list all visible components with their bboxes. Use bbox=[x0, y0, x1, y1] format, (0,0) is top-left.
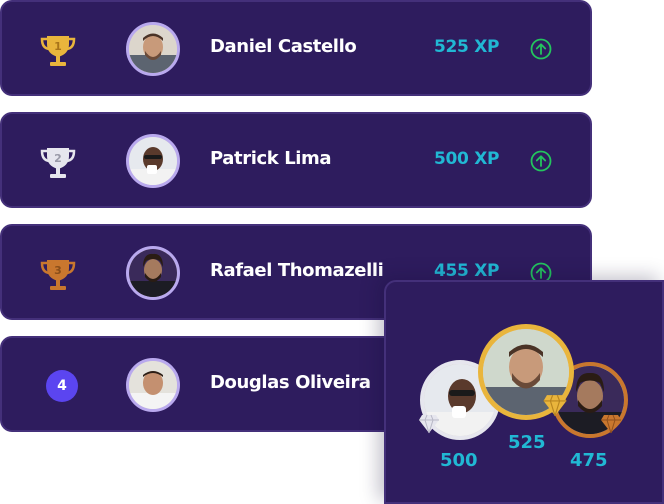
player-name: Patrick Lima bbox=[210, 148, 332, 169]
player-name: Douglas Oliveira bbox=[210, 372, 371, 393]
silver-diamond-icon bbox=[419, 414, 439, 434]
player-xp: 525 XP bbox=[434, 37, 500, 57]
avatar bbox=[126, 246, 180, 300]
rank-number: 3 bbox=[54, 264, 62, 277]
podium-first-score: 525 bbox=[508, 432, 546, 453]
silver-trophy-icon: 2 bbox=[38, 142, 78, 182]
podium-second-score: 500 bbox=[440, 450, 478, 471]
arrow-up-icon[interactable] bbox=[530, 38, 552, 60]
rank-number: 4 bbox=[46, 370, 78, 402]
podium-card: 500 475 525 bbox=[384, 280, 664, 504]
avatar bbox=[126, 22, 180, 76]
leaderboard-row-2[interactable]: 2 Patrick Lima 500 XP bbox=[0, 112, 592, 208]
bronze-trophy-icon: 3 bbox=[38, 254, 78, 294]
rank-number: 1 bbox=[54, 40, 62, 53]
avatar bbox=[126, 358, 180, 412]
gold-diamond-icon bbox=[543, 394, 567, 417]
podium-third-score: 475 bbox=[570, 450, 608, 471]
avatar bbox=[126, 134, 180, 188]
arrow-up-icon[interactable] bbox=[530, 150, 552, 172]
player-xp: 500 XP bbox=[434, 149, 500, 169]
player-name: Daniel Castello bbox=[210, 36, 357, 57]
gold-trophy-icon: 1 bbox=[38, 30, 78, 70]
rank-number: 2 bbox=[54, 152, 62, 165]
bronze-diamond-icon bbox=[601, 414, 621, 434]
player-xp: 455 XP bbox=[434, 261, 500, 281]
player-name: Rafael Thomazelli bbox=[210, 260, 384, 281]
rank-badge: 4 bbox=[38, 366, 78, 406]
leaderboard-row-1[interactable]: 1 Daniel Castello 525 XP bbox=[0, 0, 592, 96]
